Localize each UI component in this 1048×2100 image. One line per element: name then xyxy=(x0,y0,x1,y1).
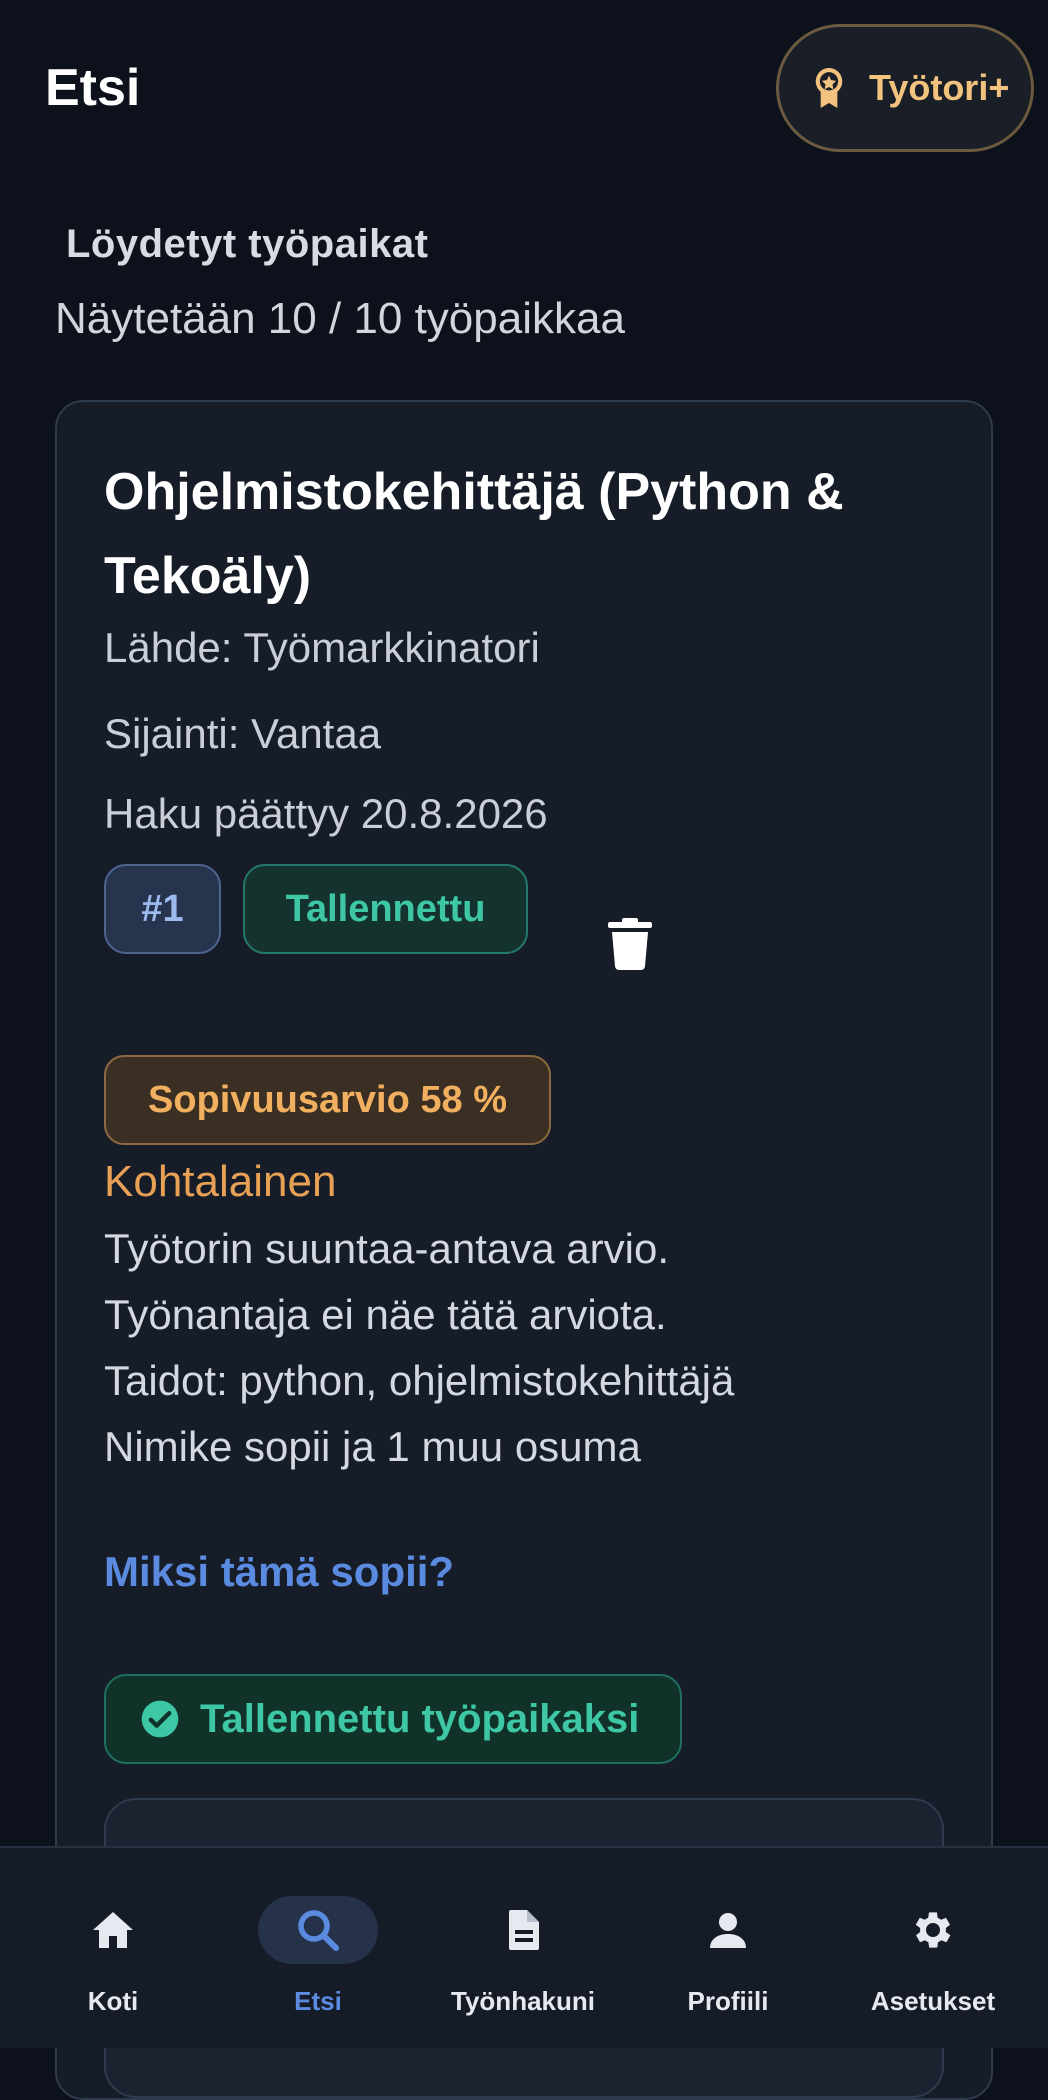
rank-badge: #1 xyxy=(104,864,221,954)
bottom-navigation: Koti Etsi Työnhakuni Profiili Asetukset xyxy=(0,1846,1048,2048)
nav-label-settings: Asetukset xyxy=(870,1986,996,2016)
nav-label-home: Koti xyxy=(87,1986,139,2016)
nav-pill xyxy=(668,1896,788,1964)
person-icon xyxy=(710,1913,746,1948)
nav-pill xyxy=(873,1896,993,1964)
job-source: Lähde: Työmarkkinatori xyxy=(104,624,540,671)
job-title[interactable]: Ohjelmistokehittäjä (Python & Tekoäly) xyxy=(104,450,904,618)
nav-pill xyxy=(463,1896,583,1964)
nav-pill-active xyxy=(258,1896,378,1964)
nav-item-settings[interactable]: Asetukset xyxy=(833,1848,1033,2050)
top-app-bar: Etsi Työtori+ xyxy=(0,0,1048,180)
premium-label: Työtori+ xyxy=(869,67,1010,108)
match-skills-line: Taidot: python, ohjelmistokehittäjä xyxy=(104,1357,735,1404)
job-location: Sijainti: Vantaa xyxy=(104,710,382,757)
nav-label-profile: Profiili xyxy=(687,1986,769,2016)
results-section-label: Löydetyt työpaikat xyxy=(66,222,429,266)
nav-item-search[interactable]: Etsi xyxy=(218,1848,418,2050)
nav-pill xyxy=(53,1896,173,1964)
match-level: Kohtalainen xyxy=(104,1157,337,1206)
nav-label-search: Etsi xyxy=(294,1986,342,2016)
results-count: Näytetään 10 / 10 työpaikkaa xyxy=(55,294,625,343)
delete-icon[interactable] xyxy=(608,918,652,970)
check-circle-icon xyxy=(141,1700,179,1738)
award-icon xyxy=(815,68,843,108)
match-note-line: Työnantaja ei näe tätä arviota. xyxy=(104,1291,667,1338)
why-match-link[interactable]: Miksi tämä sopii? xyxy=(104,1548,454,1596)
premium-button[interactable]: Työtori+ xyxy=(776,24,1034,152)
search-icon xyxy=(298,1910,339,1951)
saved-status-banner[interactable]: Tallennettu työpaikaksi xyxy=(104,1674,682,1764)
match-note-line: Työtorin suuntaa-antava arvio. xyxy=(104,1225,669,1272)
nav-item-home[interactable]: Koti xyxy=(13,1848,213,2050)
gear-icon xyxy=(915,1912,951,1948)
document-icon xyxy=(509,1910,539,1950)
match-summary-line: Nimike sopii ja 1 muu osuma xyxy=(104,1423,641,1470)
saved-status-label: Tallennettu työpaikaksi xyxy=(200,1696,640,1741)
match-score-badge: Sopivuusarvio 58 % xyxy=(104,1055,551,1145)
nav-item-applications[interactable]: Työnhakuni xyxy=(423,1848,623,2050)
page-title: Etsi xyxy=(45,59,141,117)
nav-item-profile[interactable]: Profiili xyxy=(628,1848,828,2050)
home-icon xyxy=(93,1912,133,1948)
saved-badge: Tallennettu xyxy=(243,864,528,954)
job-deadline: Haku päättyy 20.8.2026 xyxy=(104,790,548,837)
nav-label-applications: Työnhakuni xyxy=(451,1986,595,2016)
